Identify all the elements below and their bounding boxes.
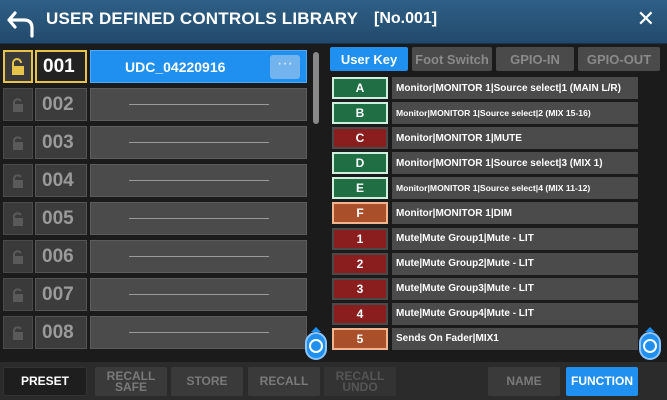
preset-button[interactable]: PRESET — [3, 367, 87, 396]
library-number: [No.001] — [374, 10, 438, 27]
name-button[interactable]: NAME — [488, 367, 560, 396]
preset-number: 002 — [35, 88, 87, 121]
preset-row[interactable]: 005 — [3, 202, 307, 235]
empty-line — [128, 332, 269, 333]
preset-scroll-knob[interactable] — [305, 332, 327, 360]
tab-user-key[interactable]: User Key — [330, 47, 408, 71]
keys-scroll-knob[interactable] — [639, 332, 661, 360]
key-function-label: Sends On Fader|MIX1 — [392, 327, 638, 350]
key-function-label: Monitor|MONITOR 1|Source select|2 (MIX 1… — [392, 102, 638, 125]
key-button-e[interactable]: E — [332, 177, 388, 200]
preset-name-empty[interactable] — [90, 202, 307, 235]
key-assignment-list: A Monitor|MONITOR 1|Source select|1 (MAI… — [330, 77, 642, 353]
key-row[interactable]: 4 Mute|Mute Group4|Mute - LIT — [330, 302, 642, 325]
preset-row[interactable]: 004 — [3, 164, 307, 197]
preset-number: 004 — [35, 164, 87, 197]
empty-line — [128, 180, 269, 181]
preset-number: 006 — [35, 240, 87, 273]
preset-name-empty[interactable] — [90, 316, 307, 349]
preset-number: 008 — [35, 316, 87, 349]
more-button[interactable]: ··· — [270, 55, 300, 79]
key-button-5[interactable]: 5 — [332, 327, 388, 350]
preset-name-empty[interactable] — [90, 88, 307, 121]
recall-undo-label-2: UNDO — [342, 379, 378, 394]
lock-icon[interactable] — [3, 202, 33, 235]
key-row[interactable]: 2 Mute|Mute Group2|Mute - LIT — [330, 252, 642, 275]
empty-line — [128, 218, 269, 219]
key-function-label: Mute|Mute Group2|Mute - LIT — [392, 252, 638, 275]
key-row[interactable]: 5 Sends On Fader|MIX1 — [330, 327, 642, 350]
preset-name-empty[interactable] — [90, 164, 307, 197]
tab-gpio-in[interactable]: GPIO-IN — [496, 47, 574, 71]
key-row[interactable]: C Monitor|MONITOR 1|MUTE — [330, 127, 642, 150]
key-row[interactable]: B Monitor|MONITOR 1|Source select|2 (MIX… — [330, 102, 642, 125]
preset-number: 003 — [35, 126, 87, 159]
key-function-label: Monitor|MONITOR 1|MUTE — [392, 127, 638, 150]
store-button[interactable]: STORE — [171, 367, 243, 396]
empty-line — [128, 142, 269, 143]
function-button[interactable]: FUNCTION — [566, 367, 638, 396]
lock-icon[interactable] — [3, 164, 33, 197]
preset-scrollbar[interactable] — [313, 52, 319, 124]
key-row[interactable]: D Monitor|MONITOR 1|Source select|3 (MIX… — [330, 152, 642, 175]
preset-row[interactable]: 001 UDC_04220916 ··· — [3, 50, 307, 83]
lock-icon[interactable] — [3, 126, 33, 159]
key-button-f[interactable]: F — [332, 202, 388, 225]
key-button-4[interactable]: 4 — [332, 302, 388, 325]
preset-name-empty[interactable] — [90, 278, 307, 311]
key-function-label: Mute|Mute Group4|Mute - LIT — [392, 302, 638, 325]
key-function-label: Monitor|MONITOR 1|DIM — [392, 202, 638, 225]
lock-icon[interactable] — [3, 316, 33, 349]
preset-list: 001 UDC_04220916 ··· 002 003 004 005 006… — [3, 50, 307, 354]
preset-row[interactable]: 007 — [3, 278, 307, 311]
close-icon[interactable]: ✕ — [637, 6, 655, 32]
preset-name-empty[interactable] — [90, 240, 307, 273]
key-button-b[interactable]: B — [332, 102, 388, 125]
key-function-label: Mute|Mute Group3|Mute - LIT — [392, 277, 638, 300]
preset-name[interactable]: UDC_04220916 ··· — [90, 50, 307, 83]
preset-row[interactable]: 006 — [3, 240, 307, 273]
lock-icon[interactable] — [3, 240, 33, 273]
bottom-bar: PRESET RECALL SAFE STORE RECALL RECALL U… — [0, 362, 667, 400]
lock-icon[interactable] — [3, 278, 33, 311]
key-button-1[interactable]: 1 — [332, 227, 388, 250]
preset-number: 007 — [35, 278, 87, 311]
key-button-d[interactable]: D — [332, 152, 388, 175]
preset-row[interactable]: 002 — [3, 88, 307, 121]
key-function-label: Monitor|MONITOR 1|Source select|3 (MIX 1… — [392, 152, 638, 175]
empty-line — [128, 104, 269, 105]
tab-gpio-out[interactable]: GPIO-OUT — [578, 47, 660, 71]
preset-number: 001 — [35, 50, 87, 83]
key-function-label: Monitor|MONITOR 1|Source select|1 (MAIN … — [392, 77, 638, 99]
empty-line — [128, 294, 269, 295]
key-row[interactable]: F Monitor|MONITOR 1|DIM — [330, 202, 642, 225]
key-row[interactable]: 1 Mute|Mute Group1|Mute - LIT — [330, 227, 642, 250]
key-row[interactable]: A Monitor|MONITOR 1|Source select|1 (MAI… — [330, 77, 642, 99]
tab-foot-switch[interactable]: Foot Switch — [412, 47, 492, 71]
key-function-label: Mute|Mute Group1|Mute - LIT — [392, 227, 638, 250]
key-button-2[interactable]: 2 — [332, 252, 388, 275]
preset-name-empty[interactable] — [90, 126, 307, 159]
recall-button[interactable]: RECALL — [248, 367, 320, 396]
preset-number: 005 — [35, 202, 87, 235]
key-row[interactable]: E Monitor|MONITOR 1|Source select|4 (MIX… — [330, 177, 642, 200]
lock-icon[interactable] — [3, 88, 33, 121]
unlocked-icon[interactable] — [3, 50, 33, 83]
key-button-a[interactable]: A — [332, 77, 388, 99]
preset-row[interactable]: 008 — [3, 316, 307, 349]
empty-line — [128, 256, 269, 257]
page-title: USER DEFINED CONTROLS LIBRARY — [46, 9, 359, 28]
key-function-label: Monitor|MONITOR 1|Source select|4 (MIX 1… — [392, 177, 638, 200]
key-button-3[interactable]: 3 — [332, 277, 388, 300]
recall-safe-button[interactable]: RECALL SAFE — [95, 367, 167, 396]
preset-name-label: UDC_04220916 — [125, 58, 226, 75]
back-icon[interactable] — [6, 6, 38, 38]
preset-row[interactable]: 003 — [3, 126, 307, 159]
title-bar: USER DEFINED CONTROLS LIBRARY [No.001] ✕ — [0, 0, 667, 44]
recall-safe-label-2: SAFE — [114, 379, 147, 394]
tab-bar: User Key Foot Switch GPIO-IN GPIO-OUT — [330, 47, 660, 71]
key-button-c[interactable]: C — [332, 127, 388, 150]
recall-undo-button[interactable]: RECALL UNDO — [324, 367, 396, 396]
key-row[interactable]: 3 Mute|Mute Group3|Mute - LIT — [330, 277, 642, 300]
